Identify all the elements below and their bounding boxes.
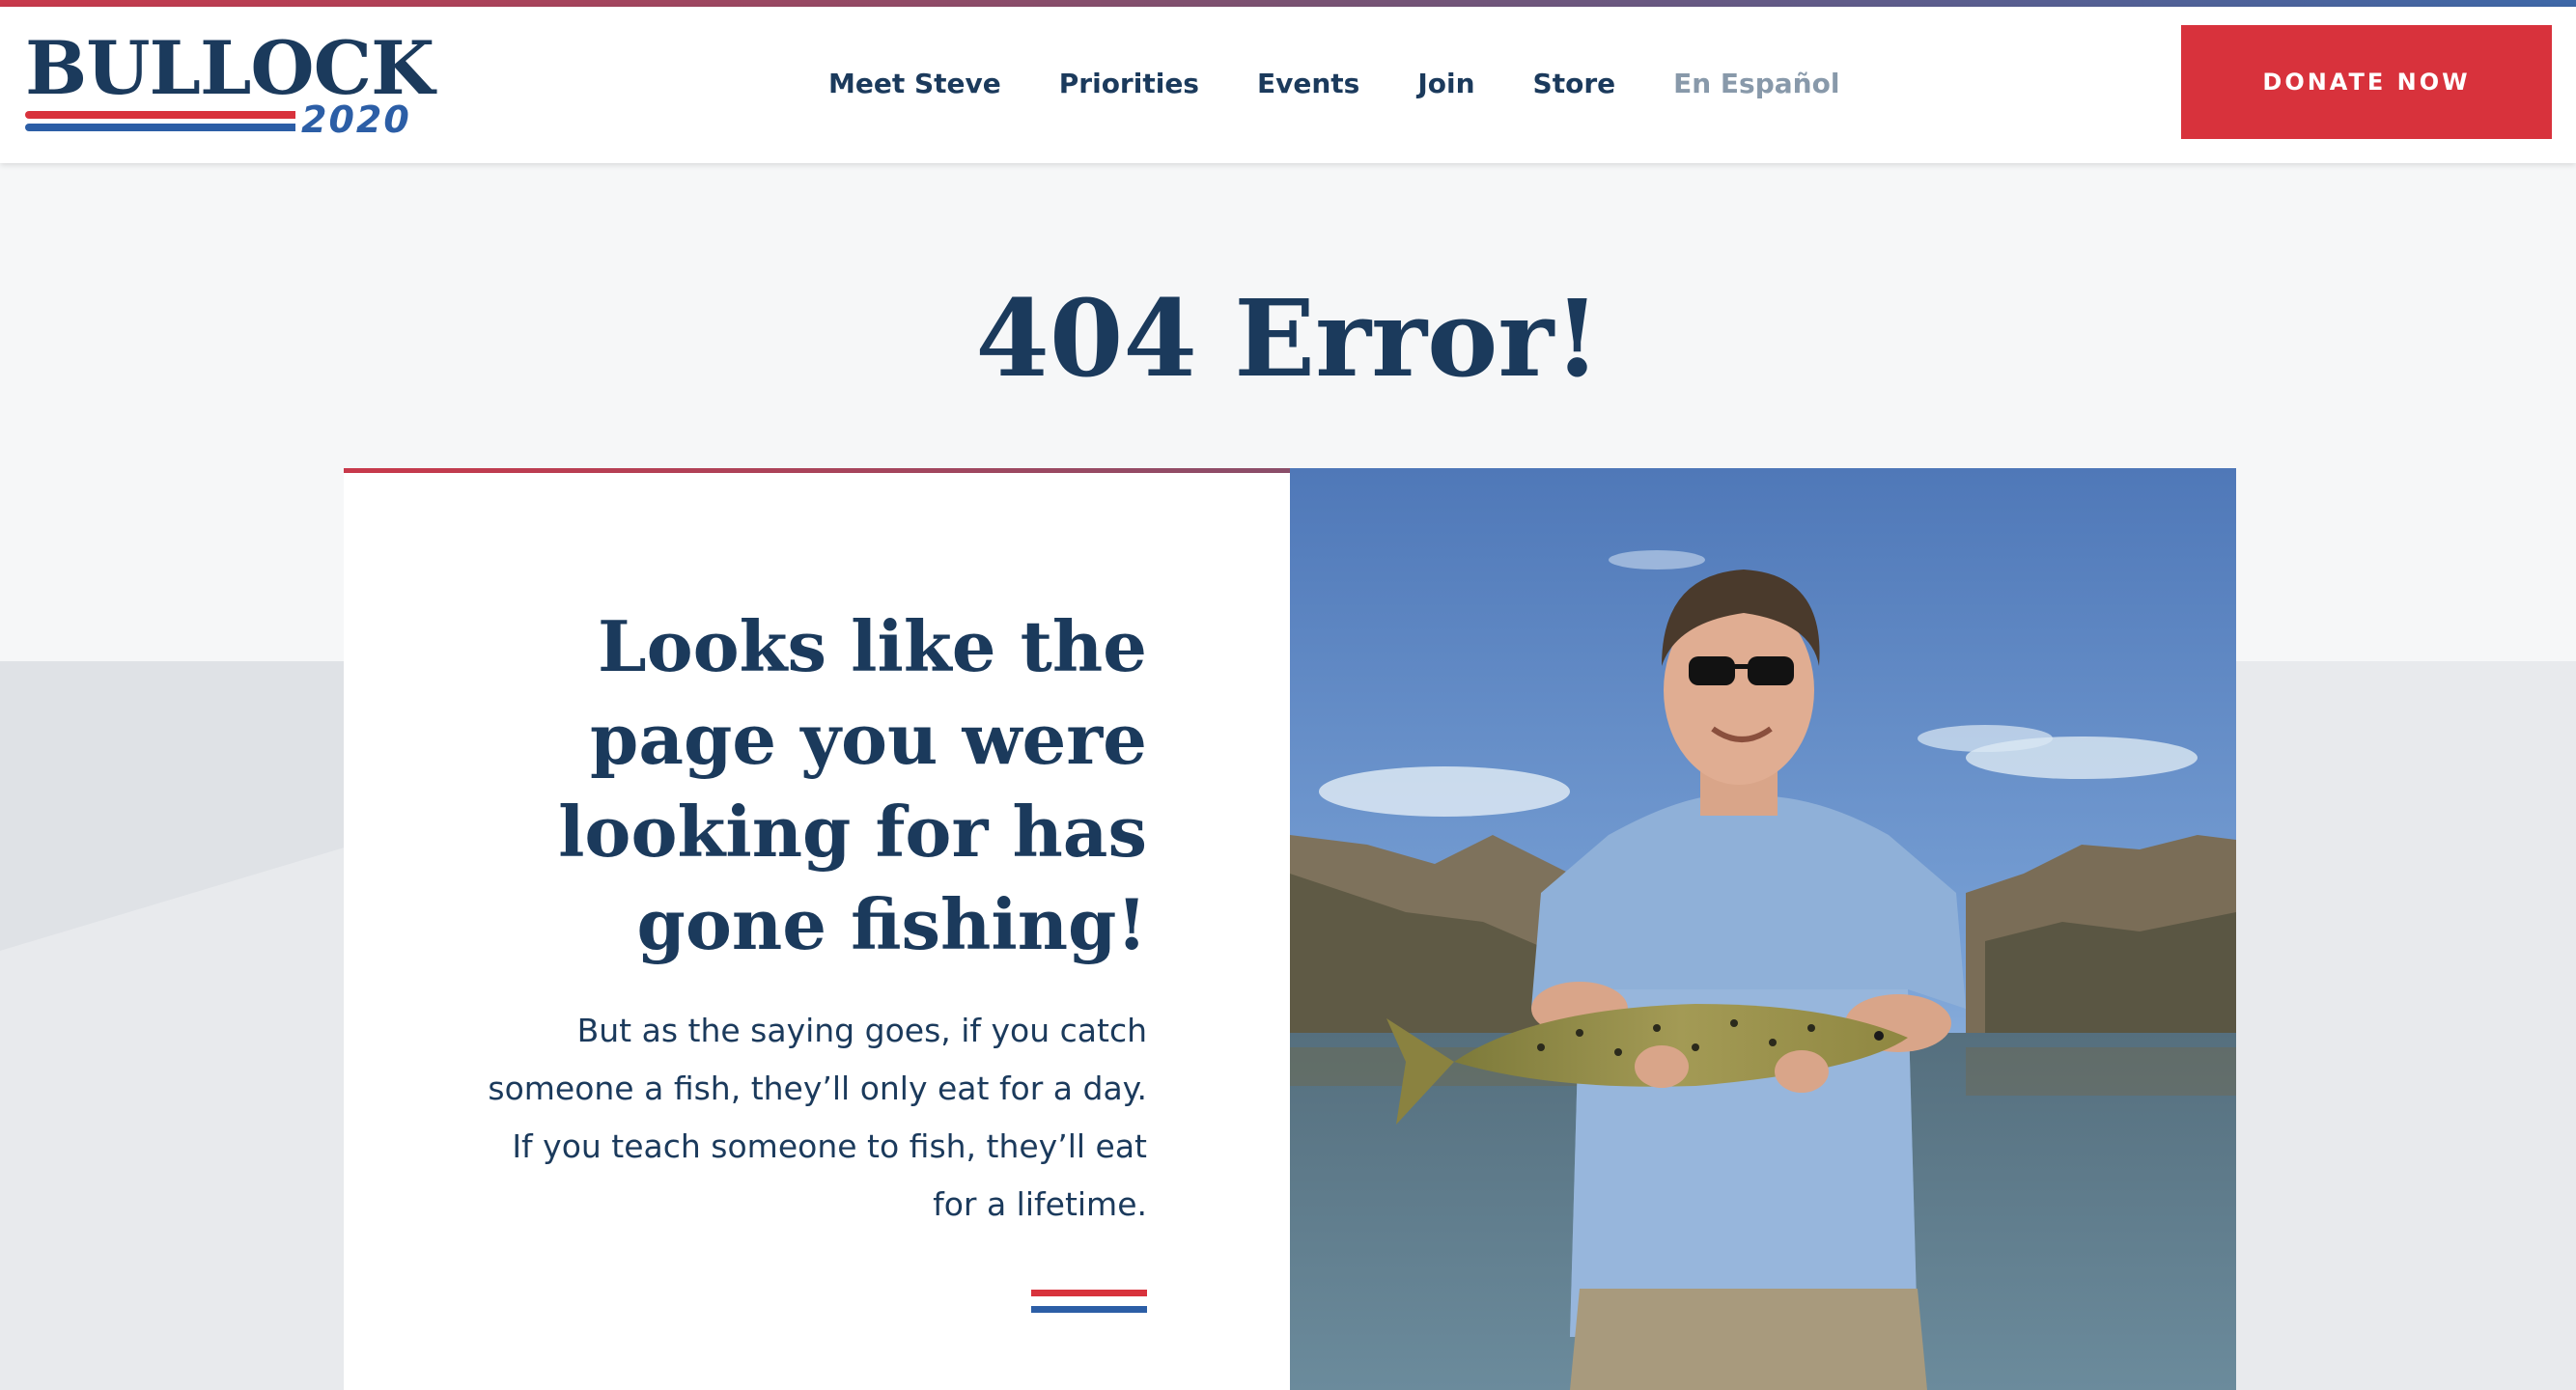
page-title: 404 Error! bbox=[975, 276, 1601, 401]
top-accent-line bbox=[0, 0, 2576, 7]
error-heading: Looks like the page you were looking for… bbox=[558, 605, 1147, 965]
flag-stripes-icon bbox=[1031, 1290, 1147, 1315]
nav-item-meet-steve[interactable]: Meet Steve bbox=[828, 65, 1001, 103]
nav-item-events[interactable]: Events bbox=[1257, 65, 1359, 103]
donate-now-button[interactable]: DONATE NOW bbox=[2181, 25, 2552, 139]
man-holding-fish-photo bbox=[1290, 468, 2236, 1390]
logo-year: 2020 bbox=[301, 98, 411, 141]
nav-item-en-espanol[interactable]: En Español bbox=[1673, 65, 1839, 103]
main-nav: Meet Steve Priorities Events Join Store … bbox=[828, 65, 1897, 103]
nav-item-priorities[interactable]: Priorities bbox=[1059, 65, 1199, 103]
nav-item-store[interactable]: Store bbox=[1533, 65, 1616, 103]
logo-wordmark: BULLOCK bbox=[25, 25, 434, 111]
logo-blue-stripe bbox=[25, 124, 295, 131]
card-accent-line bbox=[344, 468, 1290, 473]
bullock-2020-logo[interactable]: BULLOCK 2020 bbox=[25, 32, 434, 141]
logo-red-stripe bbox=[25, 111, 295, 119]
nav-item-join[interactable]: Join bbox=[1417, 65, 1474, 103]
site-header: BULLOCK 2020 Meet Steve Priorities Event… bbox=[0, 7, 2576, 163]
error-body-text: But as the saying goes, if you catch som… bbox=[488, 1012, 1147, 1223]
